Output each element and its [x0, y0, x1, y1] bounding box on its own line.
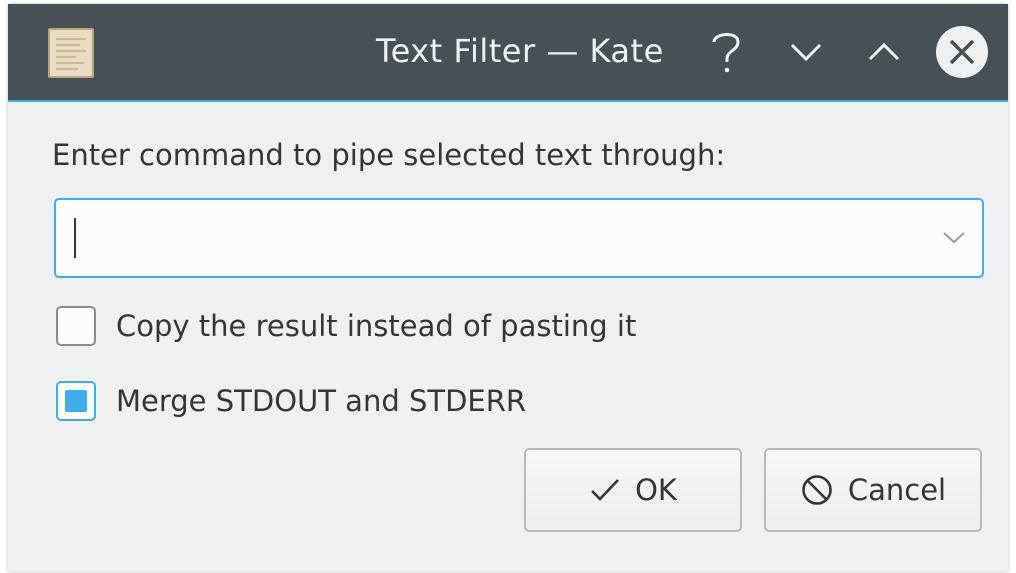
checkmark-icon — [589, 477, 621, 503]
title-bar[interactable]: Text Filter — Kate — [8, 4, 1008, 102]
merge-output-option[interactable]: Merge STDOUT and STDERR — [56, 381, 526, 421]
cancel-button[interactable]: Cancel — [764, 448, 982, 532]
copy-result-label[interactable]: Copy the result instead of pasting it — [116, 309, 636, 343]
text-cursor — [74, 218, 76, 258]
minimize-button[interactable] — [780, 26, 832, 78]
command-input[interactable] — [70, 214, 914, 262]
question-mark-icon — [712, 33, 740, 73]
cancel-circle-icon — [800, 473, 834, 507]
close-icon — [949, 39, 975, 65]
window-title: Text Filter — Kate — [376, 32, 664, 70]
text-filter-dialog: Text Filter — Kate Enter command to pipe… — [8, 4, 1008, 571]
kate-app-icon — [48, 28, 94, 78]
close-button[interactable] — [936, 26, 988, 78]
merge-output-checkbox[interactable] — [56, 381, 96, 421]
command-combobox[interactable] — [54, 198, 984, 278]
command-prompt-label: Enter command to pipe selected text thro… — [52, 138, 726, 172]
merge-output-label[interactable]: Merge STDOUT and STDERR — [116, 384, 526, 418]
chevron-up-icon — [868, 42, 900, 61]
checkbox-checked-indicator — [65, 390, 87, 412]
combo-dropdown-chevron-icon[interactable] — [942, 228, 966, 246]
help-button[interactable] — [700, 26, 752, 78]
cancel-button-label: Cancel — [847, 473, 947, 507]
copy-result-checkbox[interactable] — [56, 306, 96, 346]
ok-button-label: OK — [635, 473, 677, 507]
chevron-down-icon — [790, 43, 822, 62]
close-button-circle — [936, 26, 988, 78]
copy-result-option[interactable]: Copy the result instead of pasting it — [56, 306, 636, 346]
ok-button[interactable]: OK — [524, 448, 742, 532]
maximize-button[interactable] — [858, 26, 910, 78]
